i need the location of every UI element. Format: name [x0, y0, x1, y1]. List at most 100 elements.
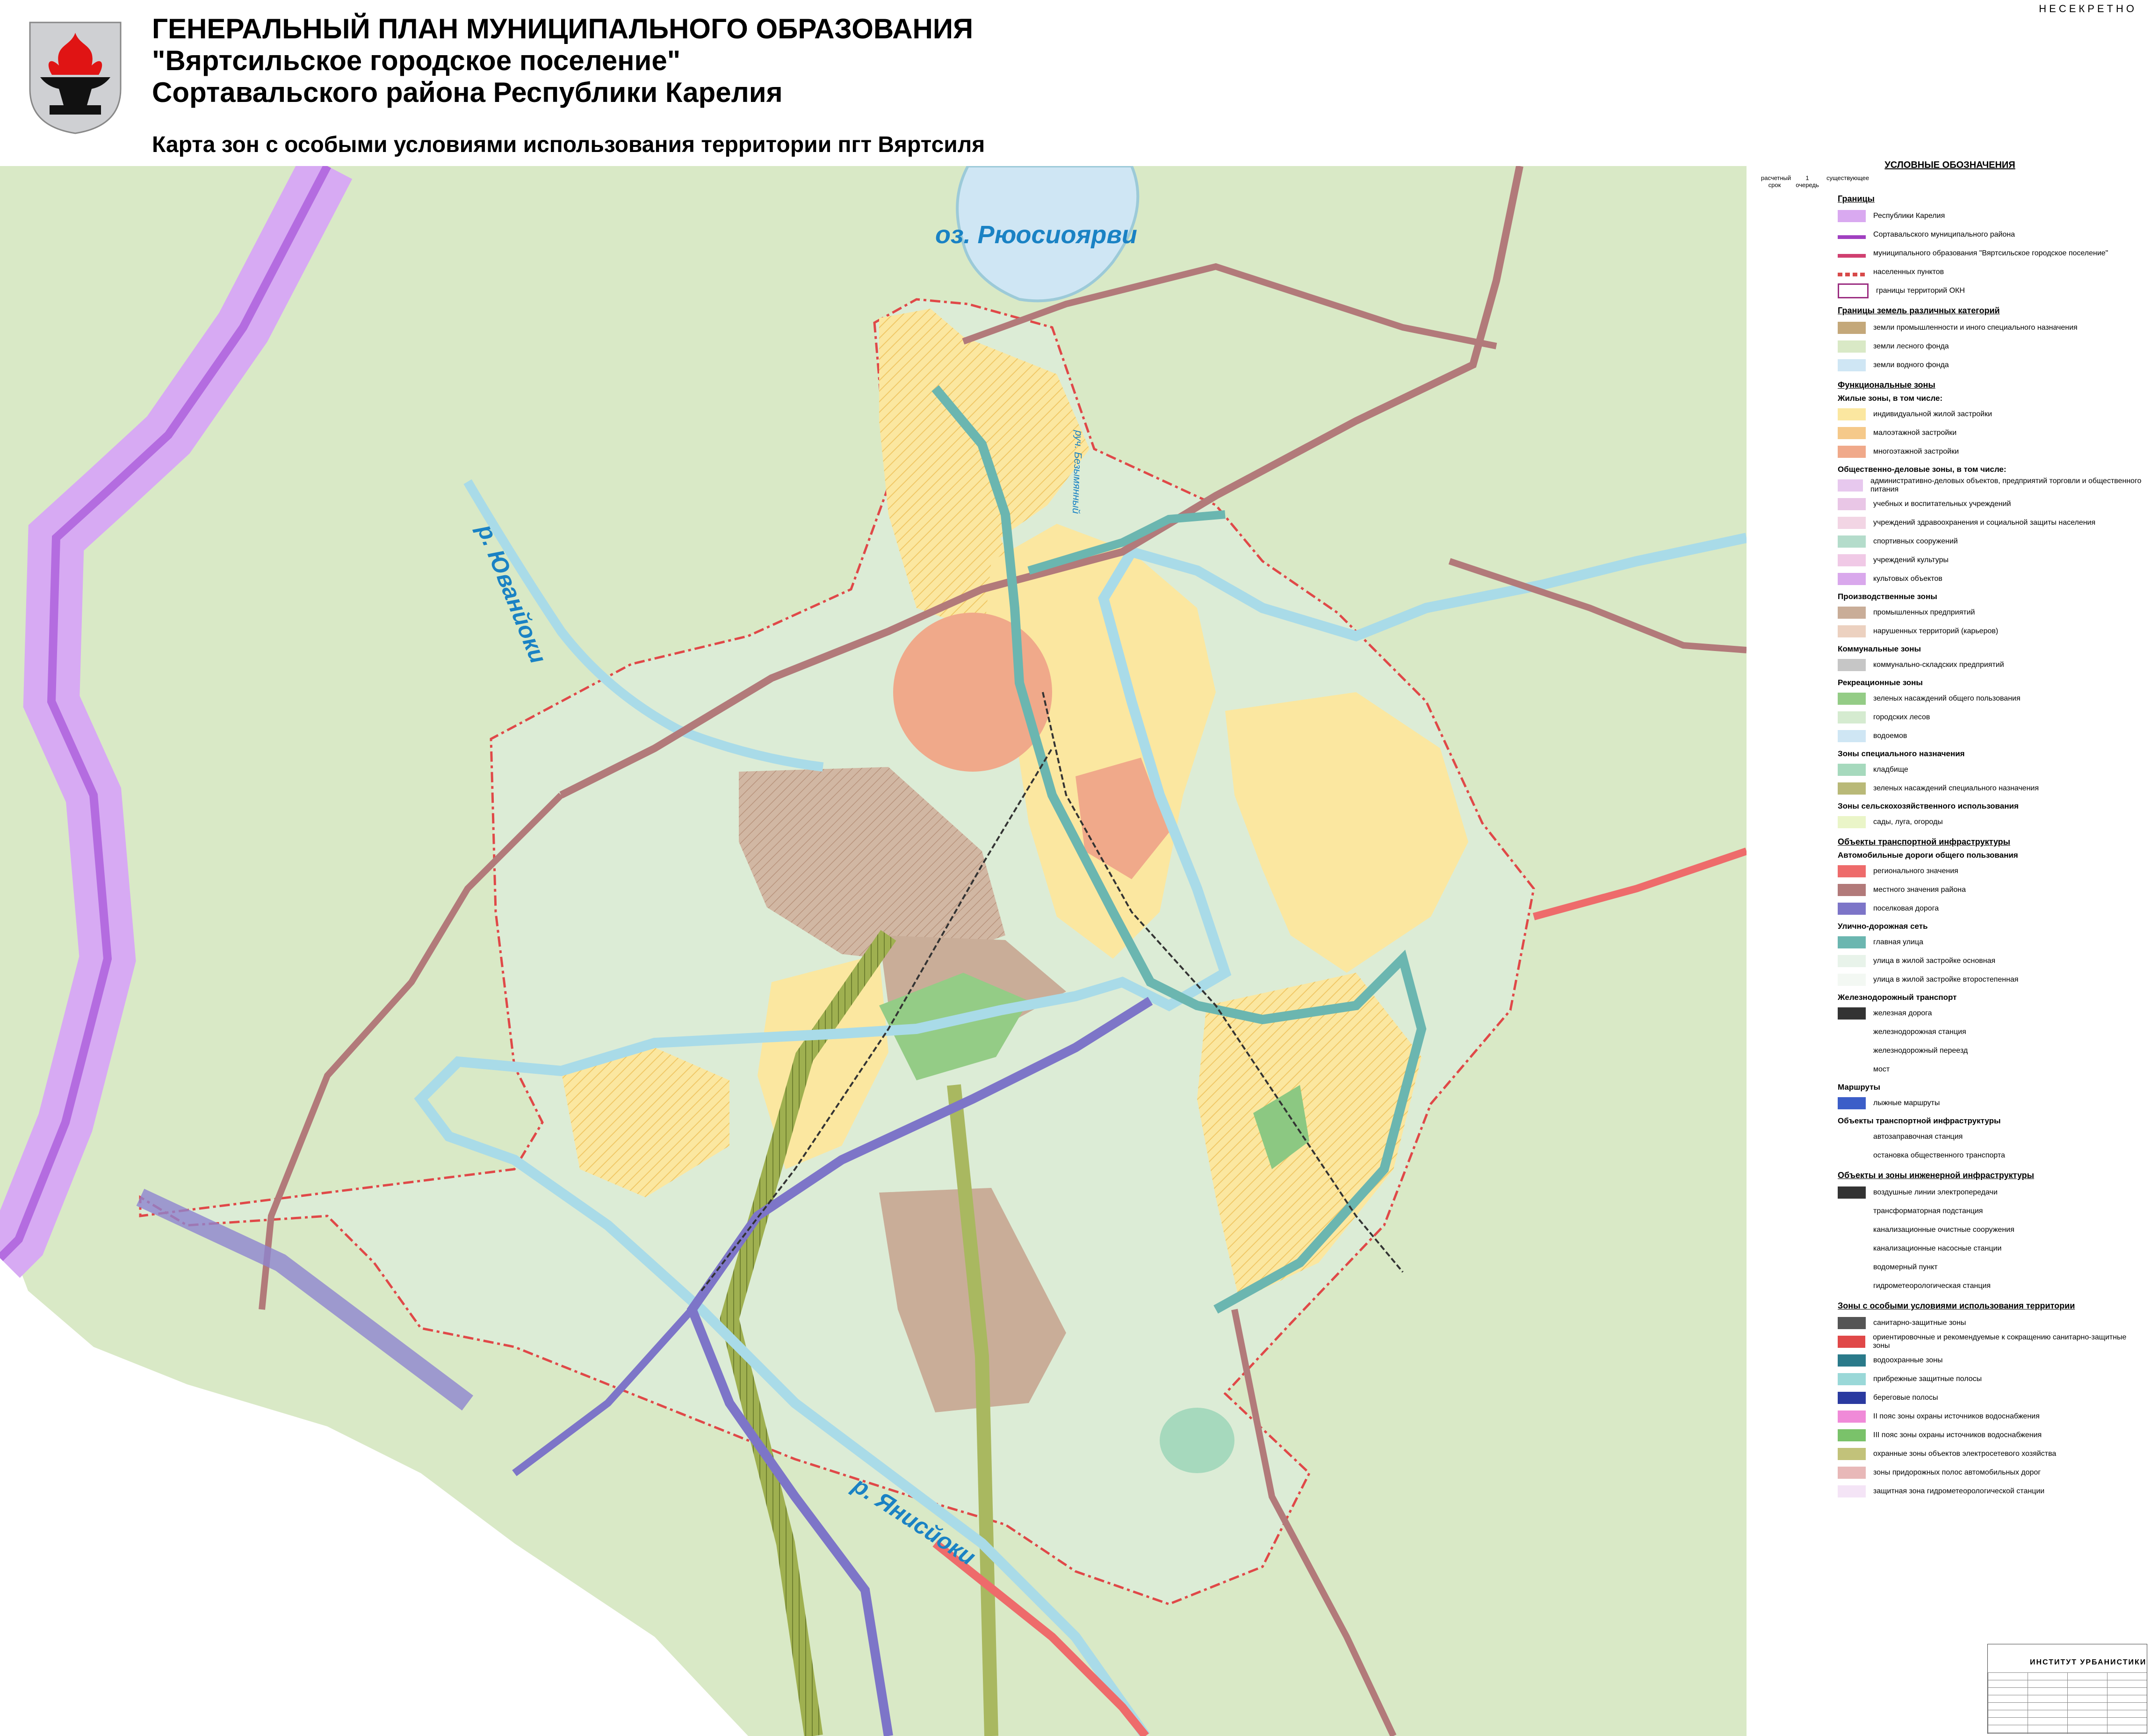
- legend-item-label: муниципального образования "Вяртсильское…: [1873, 249, 2108, 257]
- legend-subsection-title: Жилые зоны, в том числе:: [1838, 394, 1943, 403]
- legend-section-title: Границы земель различных категорий: [1838, 306, 2000, 315]
- legend-item-label: санитарно-защитные зоны: [1873, 1319, 1966, 1327]
- legend-item: земли лесного фонда: [1758, 337, 2142, 356]
- legend-swatch: [1838, 408, 1866, 420]
- legend-item: водоохранные зоны: [1758, 1351, 2142, 1370]
- legend-item: городских лесов: [1758, 708, 2142, 727]
- legend-swatch: [1838, 782, 1866, 795]
- title-line-3: Сортавальского района Республики Карелия: [152, 77, 783, 108]
- legend-item-label: водомерный пункт: [1873, 1263, 1938, 1271]
- lake-label: оз. Рюосиоярви: [935, 221, 1137, 249]
- legend-swatch: [1838, 1280, 1866, 1292]
- legend-item: многоэтажной застройки: [1758, 442, 2142, 461]
- legend-item-label: культовых объектов: [1873, 575, 1942, 583]
- legend-item: автозаправочная станция: [1758, 1128, 2142, 1146]
- legend-item: Сортавальского муниципального района: [1758, 225, 2142, 244]
- legend-body: Границы Республики Карелия Сортавальского …: [1758, 194, 2142, 1501]
- legend-item: главная улица: [1758, 933, 2142, 952]
- legend-item: границы территорий ОКН: [1758, 282, 2142, 300]
- legend-swatch: [1838, 446, 1866, 458]
- legend-item-label: нарушенных территорий (карьеров): [1873, 627, 1999, 635]
- legend-swatch: [1838, 1131, 1866, 1143]
- legend-item: поселковая дорога: [1758, 899, 2142, 918]
- legend-item-label: регионального значения: [1873, 867, 1958, 875]
- legend-item-label: гидрометеорологическая станция: [1873, 1282, 1991, 1290]
- legend-item: ориентировочные и рекомендуемые к сокращ…: [1758, 1332, 2142, 1351]
- legend-subsection-title: Объекты транспортной инфраструктуры: [1838, 1116, 2001, 1125]
- legend-swatch: [1838, 1354, 1866, 1367]
- legend-item: водоемов: [1758, 727, 2142, 745]
- legend-subsection-title: Рекреационные зоны: [1838, 678, 1923, 687]
- legend-swatch: [1838, 517, 1866, 529]
- legend-swatch: [1838, 359, 1866, 371]
- legend-item-label: лыжные маршруты: [1873, 1099, 1940, 1107]
- legend-swatch: [1838, 1467, 1866, 1479]
- legend-item: остановка общественного транспорта: [1758, 1146, 2142, 1165]
- map-sheet: НЕСЕКРЕТНО ГЕНЕРАЛЬНЫЙ ПЛАН МУНИЦИПАЛЬНО…: [0, 0, 2151, 1736]
- legend-item: регионального значения: [1758, 862, 2142, 881]
- legend-item-label: улица в жилой застройке второстепенная: [1873, 976, 2019, 984]
- legend-item-label: канализационные очистные сооружения: [1873, 1226, 2014, 1234]
- legend-item-label: водоохранные зоны: [1873, 1356, 1943, 1364]
- legend-swatch: [1838, 659, 1866, 671]
- legend-subsection-title: Зоны специального назначения: [1838, 749, 1965, 758]
- legend-item: охранные зоны объектов электросетевого х…: [1758, 1445, 2142, 1463]
- legend-item: индивидуальной жилой застройки: [1758, 405, 2142, 424]
- legend-item-label: кладбище: [1873, 766, 1908, 774]
- legend-item: населенных пунктов: [1758, 263, 2142, 282]
- legend-subsection-title: Производственные зоны: [1838, 592, 1937, 601]
- map-title: ГЕНЕРАЛЬНЫЙ ПЛАН МУНИЦИПАЛЬНОГО ОБРАЗОВА…: [152, 13, 973, 108]
- legend-swatch: [1838, 1045, 1866, 1057]
- legend-col-0: расчетный срок: [1761, 174, 1791, 188]
- legend-swatch: [1838, 1007, 1866, 1020]
- legend-item-label: железная дорога: [1873, 1009, 1932, 1017]
- legend-item: гидрометеорологическая станция: [1758, 1277, 2142, 1295]
- title-line-2: "Вяртсильское городское поселение": [152, 45, 681, 76]
- legend-item: кладбище: [1758, 760, 2142, 779]
- legend-item: административно-деловых объектов, предпр…: [1758, 476, 2142, 495]
- legend-item-label: земли водного фонда: [1873, 361, 1949, 369]
- legend-swatch: [1838, 1243, 1866, 1255]
- legend-swatch: [1838, 253, 1866, 258]
- legend-item: земли водного фонда: [1758, 356, 2142, 375]
- legend-swatch: [1838, 1429, 1866, 1441]
- legend-swatch: [1838, 272, 1866, 276]
- legend-header: УСЛОВНЫЕ ОБОЗНАЧЕНИЯ: [1884, 160, 2015, 170]
- legend-item: сады, луга, огороды: [1758, 813, 2142, 832]
- classification-label: НЕСЕКРЕТНО: [2039, 3, 2137, 14]
- legend-swatch: [1838, 1063, 1866, 1076]
- legend-swatch: [1838, 1026, 1866, 1038]
- map-canvas[interactable]: оз. Рюосиоярви р. Юванйоки р. Янисйоки р…: [0, 166, 1747, 1736]
- legend-item-label: мост: [1873, 1065, 1890, 1073]
- legend-section-title: Функциональные зоны: [1838, 380, 1935, 390]
- legend-swatch: [1838, 974, 1866, 986]
- legend-item-label: остановка общественного транспорта: [1873, 1151, 2005, 1159]
- legend-subsection-title: Улично-дорожная сеть: [1838, 922, 1928, 931]
- legend-swatch: [1838, 625, 1866, 637]
- legend-swatch: [1838, 1485, 1866, 1497]
- legend-item-label: береговые полосы: [1873, 1394, 1938, 1402]
- legend-item-label: Сортавальского муниципального района: [1873, 231, 2015, 239]
- legend-subsection-title: Маршруты: [1838, 1083, 1881, 1092]
- legend-item: канализационные очистные сооружения: [1758, 1221, 2142, 1239]
- legend-item-label: улица в жилой застройке основная: [1873, 957, 1996, 965]
- legend-swatch: [1838, 903, 1866, 915]
- legend-item-label: охранные зоны объектов электросетевого х…: [1873, 1450, 2057, 1458]
- legend-item-label: спортивных сооружений: [1873, 537, 1958, 545]
- legend-item-label: поселковая дорога: [1873, 904, 1939, 912]
- legend-item: улица в жилой застройке основная: [1758, 952, 2142, 970]
- legend-item-label: ориентировочные и рекомендуемые к сокращ…: [1873, 1333, 2127, 1350]
- legend-swatch: [1838, 573, 1866, 585]
- legend-item: муниципального образования "Вяртсильское…: [1758, 244, 2142, 263]
- legend-item-label: II пояс зоны охраны источников водоснабж…: [1873, 1412, 2040, 1420]
- legend-swatch: [1838, 210, 1866, 222]
- legend-item-label: железнодорожная станция: [1873, 1028, 1966, 1036]
- legend-item: коммунально-складских предприятий: [1758, 656, 2142, 674]
- legend-item-label: учреждений культуры: [1873, 556, 1949, 564]
- legend-item-label: местного значения района: [1873, 886, 1966, 894]
- legend-item: зоны придорожных полос автомобильных дор…: [1758, 1463, 2142, 1482]
- legend-swatch: [1838, 1448, 1866, 1460]
- legend-item: защитная зона гидрометеорологической ста…: [1758, 1482, 2142, 1501]
- stamp-grid: [1988, 1672, 2147, 1733]
- legend-swatch: [1838, 693, 1866, 705]
